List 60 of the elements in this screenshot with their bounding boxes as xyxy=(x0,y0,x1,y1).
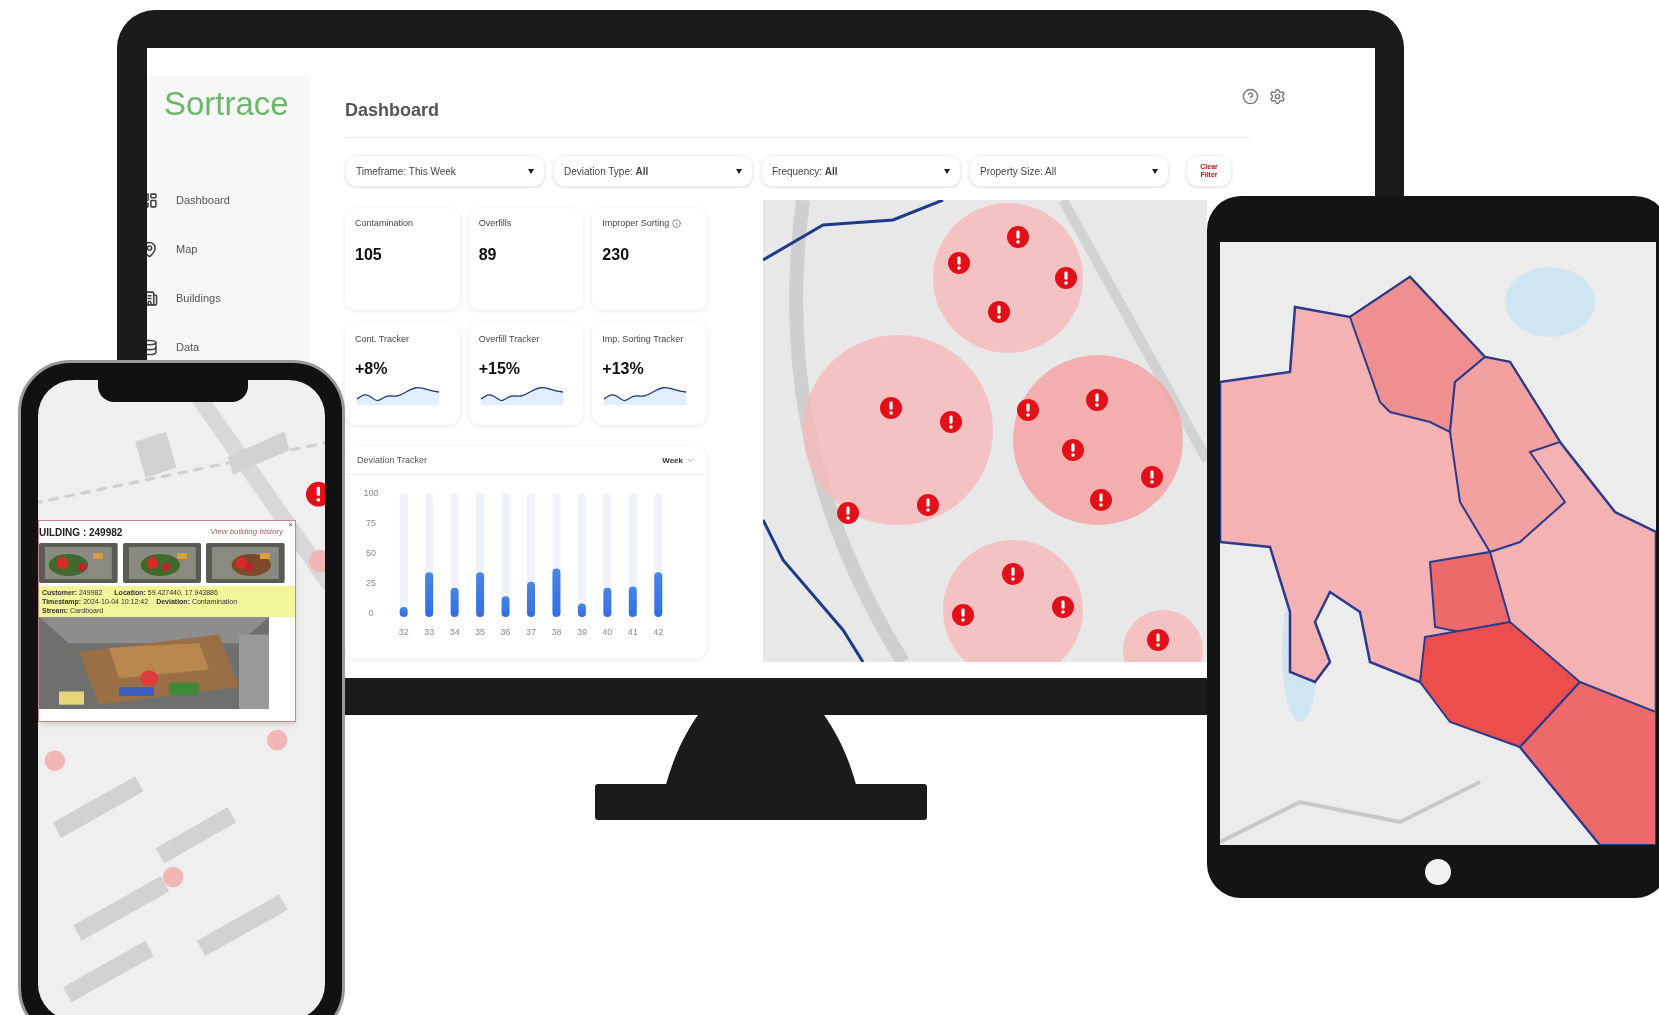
stat-value: 105 xyxy=(355,244,382,265)
axis-tick-label: 41 xyxy=(627,627,638,637)
stat-value: 230 xyxy=(602,244,630,265)
filter-dropdown[interactable]: Timeframe: This Week xyxy=(345,155,545,187)
bar xyxy=(628,586,637,617)
tracker-value: +13% xyxy=(602,358,644,379)
axis-tick-label: 0 xyxy=(368,608,374,618)
sidebar-item[interactable]: Map xyxy=(147,239,198,259)
chevron-down-icon xyxy=(686,456,695,465)
axis-tick-label: 35 xyxy=(475,627,486,637)
axis-tick-label: 75 xyxy=(366,518,376,528)
stat-label: Improper Sorting xyxy=(602,217,670,230)
tracker-label: Imp. Sorting Tracker xyxy=(602,333,684,346)
settings-icon[interactable] xyxy=(1269,88,1286,105)
stat-value: 89 xyxy=(478,244,497,265)
sidebar-item[interactable]: Data xyxy=(147,337,200,357)
filter-dropdown[interactable]: Property Size: All xyxy=(969,155,1169,187)
card-title: Deviation Tracker xyxy=(357,453,428,467)
axis-tick-label: 42 xyxy=(653,627,664,637)
stat-label: Overfills xyxy=(478,217,512,230)
axis-tick-label: 39 xyxy=(576,627,587,637)
info-icon[interactable] xyxy=(672,219,682,229)
filter-dropdown[interactable]: Frequency: All xyxy=(761,155,961,187)
caret-icon xyxy=(528,168,534,174)
page-title: Dashboard xyxy=(345,99,440,121)
bar xyxy=(501,596,510,617)
tracker-value: +15% xyxy=(478,358,521,379)
axis-tick-label: 25 xyxy=(366,578,376,588)
axis-tick-label: 34 xyxy=(449,627,460,637)
brand-logo: Sortrace xyxy=(164,84,289,124)
axis-tick-label: 36 xyxy=(500,627,511,637)
axis-tick-label: 33 xyxy=(424,627,435,637)
period-dropdown[interactable]: Week xyxy=(662,454,695,467)
bar xyxy=(399,607,408,617)
axis-tick-label: 50 xyxy=(366,548,376,558)
axis-tick-label: 32 xyxy=(398,627,409,637)
axis-tick-label: 38 xyxy=(551,627,562,637)
caret-icon xyxy=(1152,168,1158,174)
bar xyxy=(603,587,612,617)
caret-icon xyxy=(944,168,950,174)
bar xyxy=(527,581,535,617)
filter-dropdown[interactable]: Deviation Type: All xyxy=(553,155,753,187)
stat-label: Contamination xyxy=(355,217,414,230)
axis-tick-label: 100 xyxy=(363,488,379,498)
sidebar-item[interactable]: Dashboard xyxy=(147,190,230,210)
tracker-value: +8% xyxy=(355,358,388,379)
help-icon[interactable] xyxy=(1242,88,1259,105)
axis-tick-label: 37 xyxy=(526,627,536,637)
home-button[interactable] xyxy=(1425,859,1451,885)
tracker-label: Overfill Tracker xyxy=(478,333,540,346)
caret-icon xyxy=(736,168,742,174)
bar xyxy=(577,603,586,617)
bar xyxy=(552,568,561,617)
bar xyxy=(450,587,459,617)
tracker-label: Cont. Tracker xyxy=(355,333,410,346)
axis-tick-label: 40 xyxy=(602,627,613,637)
bar xyxy=(476,572,485,617)
sidebar-item[interactable]: Buildings xyxy=(147,288,221,308)
bar xyxy=(425,572,434,617)
bar xyxy=(654,572,663,617)
